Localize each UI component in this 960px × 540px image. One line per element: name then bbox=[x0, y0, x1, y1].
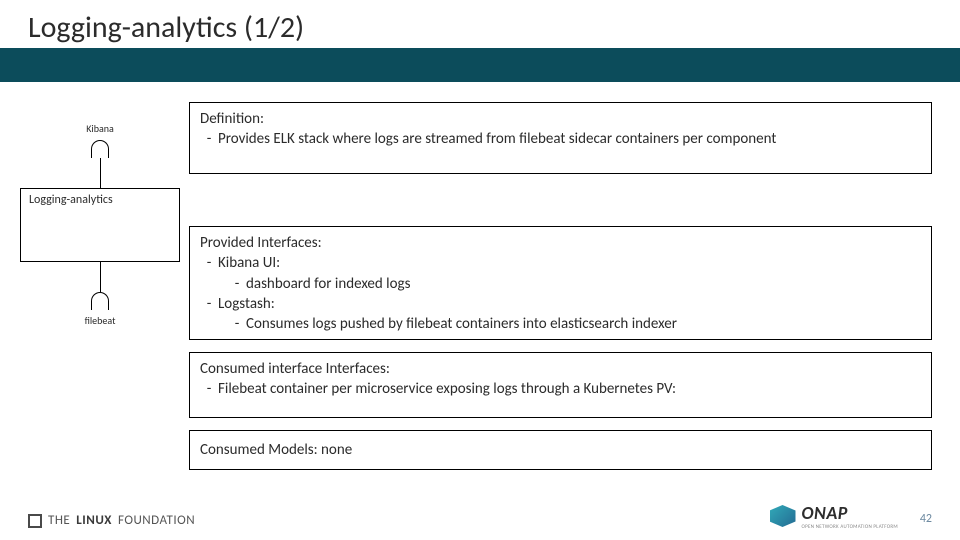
component-diagram: Kibana Logging-analytics filebeat bbox=[20, 102, 180, 382]
lf-text-linux: LINUX bbox=[76, 513, 112, 528]
onap-logo: ONAP OPEN NETWORK AUTOMATION PLATFORM bbox=[770, 502, 899, 530]
definition-heading: Definition: bbox=[200, 109, 921, 129]
consumed-models-box: Consumed Models: none bbox=[189, 430, 932, 470]
provided-item-logstash: Logstash: bbox=[218, 294, 275, 314]
lf-square-icon bbox=[28, 514, 42, 528]
consumed-heading: Consumed interface Interfaces: bbox=[200, 359, 921, 379]
lf-text-the: THE bbox=[48, 513, 70, 528]
provided-heading: Provided Interfaces: bbox=[200, 233, 921, 253]
interface-lollipop-top-icon bbox=[91, 140, 109, 158]
interface-lollipop-bottom-icon bbox=[91, 292, 109, 310]
definition-item: Provides ELK stack where logs are stream… bbox=[218, 129, 776, 149]
slide: Logging-analytics (1/2) Kibana Logging-a… bbox=[0, 0, 960, 540]
onap-subtitle: OPEN NETWORK AUTOMATION PLATFORM bbox=[802, 524, 899, 530]
definition-box: Definition: -Provides ELK stack where lo… bbox=[189, 102, 932, 174]
bullet-dash: - bbox=[200, 129, 218, 149]
provided-item-logstash-sub: Consumes logs pushed by filebeat contain… bbox=[246, 314, 677, 334]
connector-line-bottom bbox=[100, 262, 101, 292]
consumed-interfaces-box: Consumed interface Interfaces: -Filebeat… bbox=[189, 352, 932, 418]
linux-foundation-logo: THE LINUX FOUNDATION bbox=[28, 513, 195, 528]
consumed-models-text: Consumed Models: none bbox=[200, 441, 352, 459]
lf-text-foundation: FOUNDATION bbox=[118, 513, 195, 528]
provided-item-kibana: Kibana UI: bbox=[218, 253, 280, 273]
onap-hex-icon bbox=[770, 505, 796, 527]
onap-text: ONAP bbox=[802, 502, 899, 524]
port-label-top: Kibana bbox=[20, 122, 180, 135]
connector-line-top bbox=[100, 158, 101, 188]
page-title: Logging-analytics (1/2) bbox=[28, 9, 304, 46]
port-label-bottom: filebeat bbox=[20, 314, 180, 327]
provided-item-kibana-sub: dashboard for indexed logs bbox=[246, 274, 410, 294]
footer: THE LINUX FOUNDATION ONAP OPEN NETWORK A… bbox=[28, 504, 932, 532]
header-band bbox=[0, 48, 960, 82]
component-box: Logging-analytics bbox=[20, 188, 180, 262]
page-number: 42 bbox=[920, 512, 932, 526]
component-label: Logging-analytics bbox=[29, 193, 113, 207]
consumed-item: Filebeat container per microservice expo… bbox=[218, 379, 676, 399]
provided-interfaces-box: Provided Interfaces: -Kibana UI: -dashbo… bbox=[189, 226, 932, 340]
